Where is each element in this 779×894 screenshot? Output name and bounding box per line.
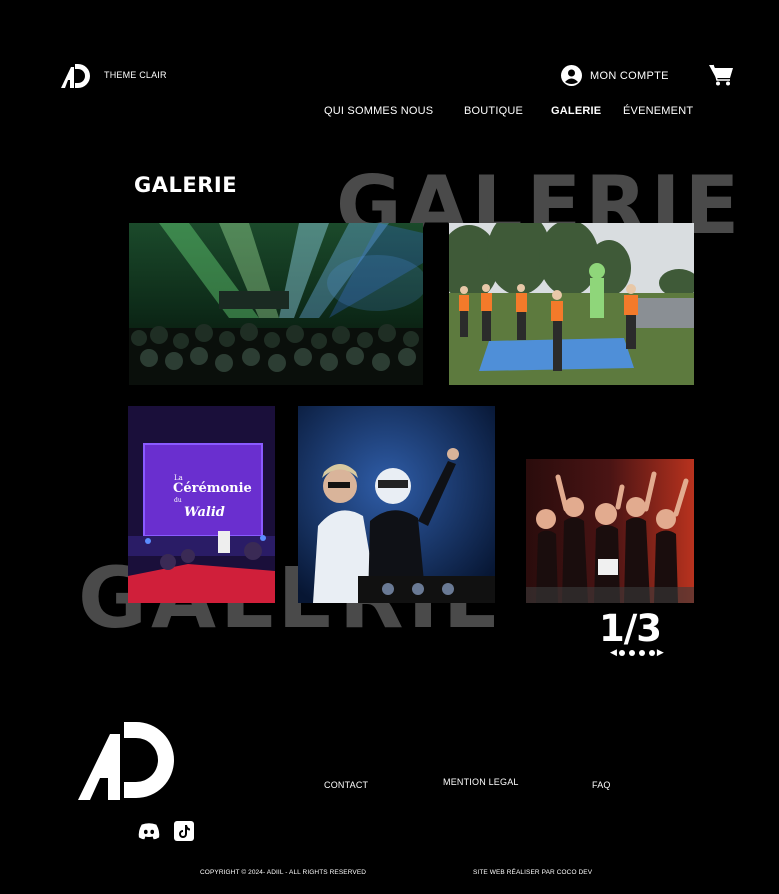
ceremony-screen-text-3: du bbox=[174, 497, 182, 504]
nav-item-boutique[interactable]: BOUTIQUE bbox=[464, 105, 523, 117]
nav-item-evenement[interactable]: ÉVENEMENT bbox=[623, 105, 693, 117]
credit-text: SITE WEB RÉALISER PAR COCO DEV bbox=[473, 869, 593, 876]
tiktok-icon[interactable] bbox=[174, 821, 194, 841]
pager-dot-2[interactable] bbox=[628, 649, 635, 656]
gallery-photo-crowd[interactable] bbox=[526, 459, 694, 603]
ad-logo-icon[interactable] bbox=[60, 61, 92, 88]
gallery-photo-concert[interactable] bbox=[129, 223, 423, 385]
chevron-left-icon[interactable]: ◀ bbox=[610, 648, 617, 657]
copyright-text: COPYRIGHT © 2024- ADIIL - ALL RIGHTS RES… bbox=[200, 869, 367, 876]
page-title: GALERIE bbox=[134, 173, 238, 197]
pager-controls: ◀ ▶ bbox=[610, 648, 675, 657]
main-nav: QUI SOMMES NOUS BOUTIQUE GALERIE ÉVENEME… bbox=[0, 105, 779, 121]
pager-dot-1[interactable] bbox=[618, 649, 625, 656]
nav-item-qui-sommes-nous[interactable]: QUI SOMMES NOUS bbox=[324, 105, 433, 117]
account-button[interactable]: MON COMPTE bbox=[561, 65, 669, 86]
gallery-photo-ceremony[interactable]: La Cérémonie du Walid bbox=[128, 406, 275, 603]
theme-toggle[interactable]: THEME CLAIR bbox=[104, 70, 167, 80]
cart-icon[interactable] bbox=[709, 63, 734, 86]
footer-link-contact[interactable]: CONTACT bbox=[324, 780, 368, 790]
pager-count: 1/3 bbox=[599, 607, 662, 650]
ceremony-screen-text-2: Cérémonie bbox=[173, 481, 252, 496]
footer-link-mention-legal[interactable]: MENTION LEGAL bbox=[443, 777, 519, 787]
nav-item-galerie[interactable]: GALERIE bbox=[551, 105, 601, 117]
gallery-pager: 1/3 ◀ ▶ bbox=[599, 610, 675, 657]
chevron-right-icon[interactable]: ▶ bbox=[657, 648, 664, 657]
account-icon bbox=[561, 65, 582, 86]
ad-logo-icon[interactable] bbox=[78, 720, 180, 800]
discord-icon[interactable] bbox=[138, 821, 160, 841]
ceremony-screen-text-4: Walid bbox=[184, 505, 225, 520]
pager-dot-4[interactable] bbox=[648, 649, 655, 656]
footer-link-faq[interactable]: FAQ bbox=[592, 780, 611, 790]
gallery-photo-dj[interactable] bbox=[298, 406, 495, 603]
account-label: MON COMPTE bbox=[590, 69, 669, 82]
gallery-photo-outdoor[interactable] bbox=[449, 223, 694, 385]
pager-dot-3[interactable] bbox=[638, 649, 645, 656]
